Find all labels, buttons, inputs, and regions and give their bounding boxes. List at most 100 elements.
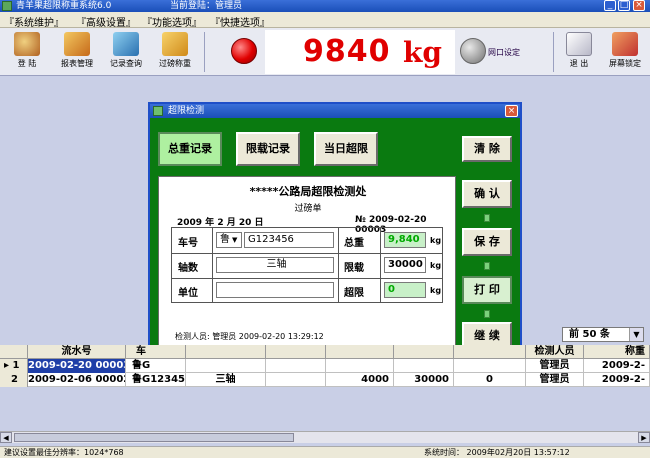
toolbar-divider	[204, 32, 205, 72]
cell-axles[interactable]	[186, 359, 266, 373]
table-row[interactable]: ▸ 1 2009-02-20 00003 鲁G 管理员 2009-2-	[0, 359, 650, 373]
grid-divider	[212, 228, 213, 302]
horizontal-scrollbar[interactable]: ◀ ▶	[0, 431, 650, 443]
app-icon	[2, 1, 12, 11]
unit-input[interactable]	[216, 282, 334, 298]
cell-operator[interactable]: 管理员	[526, 373, 584, 387]
menu-bar: 『系统维护』 『高级设置』 『功能选项』 『快捷选项』	[0, 12, 650, 29]
record-count-select[interactable]: 前 50 条 ▼	[562, 327, 644, 342]
cell-serial[interactable]: 2009-02-06 00002	[28, 373, 126, 387]
over-label: 超限	[344, 288, 364, 299]
tab-today-overload[interactable]: 当日超限	[314, 132, 378, 166]
ticket-subheading: 过磅单	[294, 204, 322, 214]
scroll-left-icon[interactable]: ◀	[0, 432, 12, 443]
cell-limit[interactable]	[394, 359, 454, 373]
tab-gross-records[interactable]: 总重记录	[158, 132, 222, 166]
row-header-corner	[0, 345, 28, 359]
menu-shortcuts[interactable]: 『快捷选项』	[210, 14, 270, 29]
cell-weigh-time[interactable]: 2009-2-	[584, 373, 650, 387]
column-serial[interactable]: 流水号	[28, 345, 126, 359]
screen-lock-button[interactable]: 屏幕锁定	[602, 30, 648, 74]
resolution-hint: 建议设置最佳分辨率：1024*768	[4, 448, 124, 457]
cell-plate[interactable]: 鲁G12345	[126, 373, 186, 387]
report-label: 报表管理	[61, 59, 93, 68]
column-plate[interactable]: 车	[126, 345, 186, 359]
column-unit[interactable]	[266, 345, 326, 359]
table-row[interactable]: 2 2009-02-06 00002 鲁G12345 三轴 4000 30000…	[0, 373, 650, 387]
ticket-grid: 车号 鲁 ▼ G123456 轴数 三轴 单位 总重 9,840 kg 限载 30…	[171, 227, 443, 303]
close-button[interactable]: ×	[633, 0, 645, 11]
menu-system[interactable]: 『系统维护』	[4, 14, 64, 29]
weighing-button[interactable]: 过磅称重	[152, 30, 198, 74]
exit-button[interactable]: 退 出	[556, 30, 602, 74]
print-button[interactable]: 打 印	[462, 276, 512, 304]
menu-functions[interactable]: 『功能选项』	[142, 14, 202, 29]
cell-gross[interactable]: 4000	[326, 373, 394, 387]
plate-province-select[interactable]: 鲁 ▼	[216, 232, 242, 248]
over-value: 0	[384, 282, 426, 298]
ticket-heading: *****公路局超限检测处	[249, 185, 367, 198]
scroll-right-icon[interactable]: ▶	[638, 432, 650, 443]
column-weigh-time[interactable]: 称重	[584, 345, 650, 359]
screen-lock-label: 屏幕锁定	[609, 59, 641, 68]
limit-unit: kg	[430, 261, 442, 270]
overload-dialog: 超限检测 × 总重记录 限载记录 当日超限 清 除 确 认 保 存 打 印 继 …	[148, 102, 522, 354]
exit-icon	[566, 32, 592, 56]
column-limit[interactable]	[394, 345, 454, 359]
gross-unit: kg	[430, 236, 442, 245]
column-gross[interactable]	[326, 345, 394, 359]
clear-button[interactable]: 清 除	[462, 136, 512, 162]
down-arrow-icon	[484, 214, 490, 222]
cell-axles[interactable]: 三轴	[186, 373, 266, 387]
cell-serial[interactable]: 2009-02-20 00003	[28, 359, 126, 373]
cell-over[interactable]	[454, 359, 526, 373]
cell-unit[interactable]	[266, 359, 326, 373]
axles-field[interactable]: 三轴	[216, 257, 334, 273]
cell-limit[interactable]: 30000	[394, 373, 454, 387]
record-query-button[interactable]: 记录查询	[103, 30, 149, 74]
plate-label: 车号	[178, 238, 198, 249]
title-bar: 青羊果超限称重系统6.0 当前登陆：管理员 _ □ ×	[0, 0, 650, 12]
cell-unit[interactable]	[266, 373, 326, 387]
column-over[interactable]	[454, 345, 526, 359]
weight-unit: kg	[403, 36, 442, 69]
report-button[interactable]: 报表管理	[54, 30, 100, 74]
cell-operator[interactable]: 管理员	[526, 359, 584, 373]
ticket-operator: 检测人员: 管理员 2009-02-20 13:29:12	[175, 332, 324, 341]
window-title: 青羊果超限称重系统6.0	[16, 1, 112, 11]
dialog-close-button[interactable]: ×	[505, 105, 518, 117]
row-index: ▸ 1	[0, 359, 28, 373]
limit-input[interactable]: 30000	[384, 257, 426, 273]
scale-icon	[162, 32, 188, 56]
maximize-button[interactable]: □	[618, 0, 630, 11]
column-axles[interactable]	[186, 345, 266, 359]
gross-label: 总重	[344, 238, 364, 249]
cell-over[interactable]: 0	[454, 373, 526, 387]
plate-number-input[interactable]: G123456	[244, 232, 334, 248]
minimize-button[interactable]: _	[604, 0, 616, 11]
cell-gross[interactable]	[326, 359, 394, 373]
chevron-down-icon: ▼	[232, 236, 238, 244]
weighing-label: 过磅称重	[159, 59, 191, 68]
cell-weigh-time[interactable]: 2009-2-	[584, 359, 650, 373]
tab-limit-records[interactable]: 限载记录	[236, 132, 300, 166]
book-icon	[64, 32, 90, 56]
cell-plate[interactable]: 鲁G	[126, 359, 186, 373]
weight-value: 9840	[303, 34, 391, 69]
gross-value: 9,840	[384, 232, 426, 248]
grid-divider	[338, 228, 339, 302]
login-icon	[14, 32, 40, 56]
axles-label: 轴数	[178, 263, 198, 274]
column-operator[interactable]: 检测人员	[526, 345, 584, 359]
save-button[interactable]: 保 存	[462, 228, 512, 256]
dialog-app-icon	[153, 106, 163, 116]
scrollbar-thumb[interactable]	[14, 433, 294, 442]
menu-advanced[interactable]: 『高级设置』	[76, 14, 136, 29]
chevron-down-icon[interactable]: ▼	[629, 328, 643, 341]
confirm-button[interactable]: 确 认	[462, 180, 512, 208]
exit-label: 退 出	[569, 59, 589, 68]
login-label: 登 陆	[17, 59, 37, 68]
login-button[interactable]: 登 陆	[4, 30, 50, 74]
network-setting-label[interactable]: 网口设定	[488, 47, 520, 58]
unit-label: 单位	[178, 288, 198, 299]
